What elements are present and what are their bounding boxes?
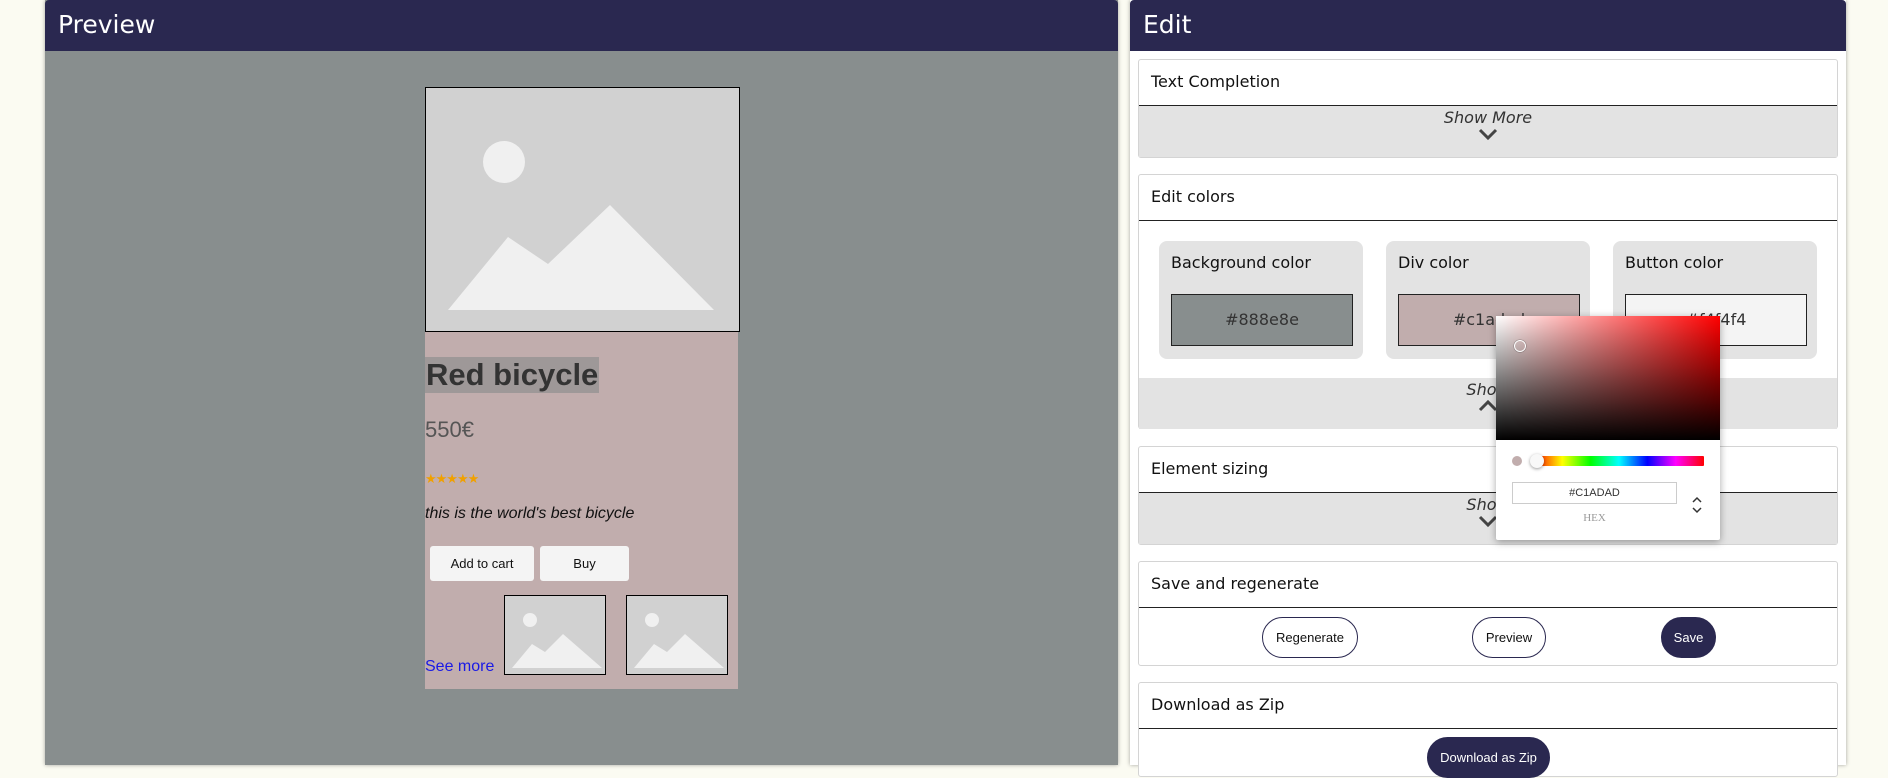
section-title: Save and regenerate: [1139, 562, 1837, 608]
saturation-cursor[interactable]: [1514, 340, 1526, 352]
product-rating-stars: ★★★★★: [425, 472, 479, 487]
current-color-swatch: [1512, 456, 1522, 466]
section-title: Edit colors: [1139, 175, 1837, 221]
image-placeholder-icon: [512, 613, 602, 668]
hue-slider[interactable]: [1534, 456, 1704, 466]
saturation-area[interactable]: [1496, 316, 1720, 440]
color-mode-label: HEX: [1583, 512, 1606, 524]
add-to-cart-button[interactable]: Add to cart: [430, 546, 534, 581]
show-more-label: Show More: [1443, 108, 1533, 127]
hex-input[interactable]: #C1ADAD: [1512, 482, 1677, 504]
show-label: Show: [1466, 380, 1510, 399]
save-button[interactable]: Save: [1661, 617, 1716, 658]
thumbnail-image-2[interactable]: [626, 595, 728, 675]
image-placeholder-icon: [634, 613, 724, 668]
save-regenerate-section: Save and regenerate Regenerate Preview S…: [1138, 561, 1838, 666]
background-color-box: Background color #888e8e: [1159, 241, 1363, 359]
background-color-input[interactable]: #888e8e: [1171, 294, 1353, 346]
download-zip-button[interactable]: Download as Zip: [1427, 737, 1550, 778]
product-price: 550€: [425, 417, 474, 442]
show-more-toggle[interactable]: Show More: [1139, 106, 1837, 157]
color-mode-toggle-icon[interactable]: [1691, 494, 1703, 516]
background-color-label: Background color: [1171, 253, 1311, 272]
product-card: Red bicycle 550€ ★★★★★ this is the world…: [425, 87, 740, 689]
thumbnail-image-1[interactable]: [504, 595, 606, 675]
section-title: Download as Zip: [1139, 683, 1837, 729]
section-title: Element sizing: [1139, 447, 1837, 493]
buy-button[interactable]: Buy: [540, 546, 629, 581]
preview-button[interactable]: Preview: [1472, 617, 1546, 658]
download-zip-section: Download as Zip Download as Zip: [1138, 682, 1838, 778]
edit-header: Edit: [1130, 0, 1846, 51]
show-label: Show: [1466, 495, 1510, 514]
see-more-link[interactable]: See more: [425, 658, 494, 676]
section-title: Text Completion: [1139, 60, 1837, 106]
regenerate-button[interactable]: Regenerate: [1262, 617, 1358, 658]
div-color-label: Div color: [1398, 253, 1469, 272]
preview-panel: Preview Red bicycle 550€ ★★★★★ this is t…: [45, 0, 1118, 765]
edit-colors-section: Edit colors Background color #888e8e Div…: [1138, 174, 1838, 429]
show-more-toggle[interactable]: Show: [1139, 493, 1837, 544]
hue-slider-thumb[interactable]: [1530, 454, 1544, 468]
image-placeholder-icon: [448, 141, 714, 310]
product-description: this is the world's best bicycle: [425, 505, 635, 522]
text-completion-section: Text Completion Show More: [1138, 59, 1838, 158]
show-less-toggle[interactable]: Show: [1139, 378, 1837, 429]
chevron-down-icon: [1478, 128, 1498, 141]
button-color-label: Button color: [1625, 253, 1724, 272]
product-image-placeholder: [425, 87, 740, 332]
edit-panel: Edit Text Completion Show More Edit colo…: [1130, 0, 1846, 778]
element-sizing-section: Element sizing Show: [1138, 446, 1838, 545]
product-title: Red bicycle: [425, 357, 600, 393]
preview-header: Preview: [45, 0, 1118, 51]
color-picker-popup: #C1ADAD HEX: [1496, 316, 1720, 540]
